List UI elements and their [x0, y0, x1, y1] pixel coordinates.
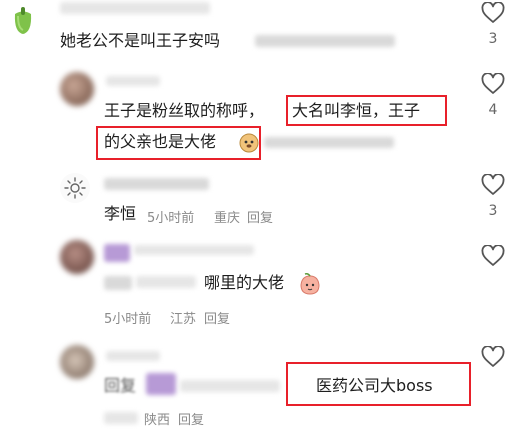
- comment-location: 重庆: [214, 211, 241, 226]
- comment-text: 哪里的大佬: [204, 273, 285, 292]
- peach-emoji: [300, 272, 320, 295]
- mention-blurred: [136, 276, 196, 288]
- sun-icon: [64, 177, 86, 199]
- time-blurred: [104, 412, 138, 424]
- avatar[interactable]: [60, 345, 94, 379]
- comment-location: 江苏: [170, 312, 197, 327]
- comment-text: 李恒: [104, 204, 137, 223]
- heart-outline-icon[interactable]: [481, 346, 505, 368]
- badge-blurred: [104, 244, 130, 262]
- highlight-box: [96, 126, 261, 160]
- badge-blurred: [146, 373, 176, 395]
- heart-outline-icon[interactable]: [481, 174, 505, 196]
- like-count: 4: [488, 102, 498, 118]
- reply-prefix: 回复: [104, 376, 137, 395]
- avatar[interactable]: [60, 240, 94, 274]
- comment-blurred-tail: [255, 35, 395, 47]
- comment-time: 5小时前: [104, 312, 152, 327]
- highlight-box: [286, 362, 471, 406]
- like-count: 3: [488, 203, 498, 219]
- username-blurred: [104, 178, 209, 190]
- mention-blurred: [104, 276, 132, 290]
- like-count: 3: [488, 31, 498, 47]
- reply-button[interactable]: 回复: [178, 409, 204, 428]
- comment-time: 5小时前: [147, 211, 195, 226]
- username-blurred: [106, 351, 160, 361]
- avatar[interactable]: [6, 2, 40, 36]
- comment-blurred-tail: [264, 137, 394, 148]
- avatar[interactable]: [60, 173, 90, 203]
- reply-button[interactable]: 回复: [247, 207, 273, 226]
- comment-text-line1a: 王子是粉丝取的称呼，: [104, 101, 265, 120]
- username-blurred: [134, 245, 254, 255]
- username-blurred: [60, 2, 210, 14]
- comment-location: 陕西: [144, 413, 171, 428]
- comment-text: 她老公不是叫王子安吗: [60, 31, 221, 50]
- heart-outline-icon[interactable]: [481, 245, 505, 267]
- reply-button[interactable]: 回复: [204, 308, 230, 327]
- mention-blurred: [180, 380, 280, 392]
- username-blurred: [106, 76, 160, 86]
- avatar[interactable]: [60, 72, 94, 106]
- green-pepper-icon: [14, 7, 32, 34]
- highlight-box: [286, 95, 447, 126]
- heart-outline-icon[interactable]: [481, 73, 505, 95]
- heart-outline-icon[interactable]: [481, 2, 505, 24]
